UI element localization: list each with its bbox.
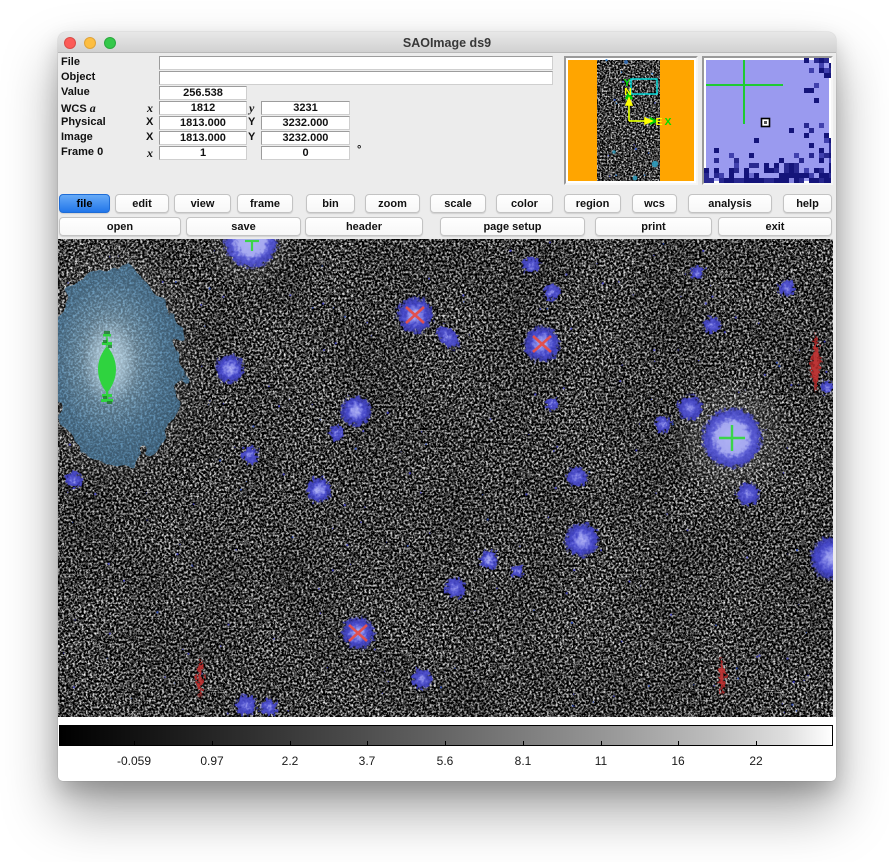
svg-text:E: E [655,116,662,128]
svg-text:X: X [664,116,671,128]
svg-text:N: N [624,86,632,98]
